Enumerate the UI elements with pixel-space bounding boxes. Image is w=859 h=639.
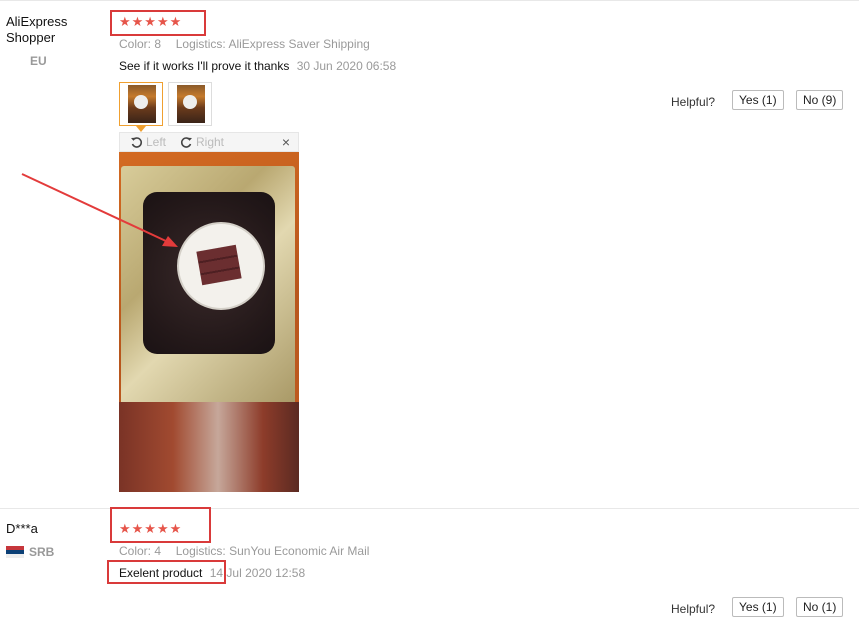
close-icon[interactable]: × bbox=[282, 134, 290, 150]
helpful-no-button[interactable]: No (1) bbox=[796, 597, 844, 617]
reviewer-country: SRB bbox=[29, 545, 55, 559]
helpful-no-button[interactable]: No (9) bbox=[796, 90, 844, 110]
reviewer-name: D***a bbox=[6, 521, 38, 536]
annotation-box-review-text bbox=[107, 560, 226, 584]
color-value: 4 bbox=[154, 544, 162, 558]
color-label: Color: bbox=[119, 544, 152, 558]
helpful-label: Helpful? bbox=[671, 95, 716, 109]
flag-serbia-icon bbox=[6, 546, 24, 558]
annotation-arrow bbox=[21, 173, 178, 247]
helpful-yes-button[interactable]: Yes (1) bbox=[732, 90, 784, 110]
helpful-label: Helpful? bbox=[671, 602, 716, 616]
rotate-right-label: Right bbox=[196, 135, 225, 149]
annotation-box-stars bbox=[110, 507, 211, 543]
review-meta: Color: 4 Logistics: SunYou Economic Air … bbox=[119, 544, 369, 558]
review-date: 30 Jun 2020 06:58 bbox=[296, 59, 397, 73]
logistics-value: AliExpress Saver Shipping bbox=[228, 37, 370, 51]
helpful-yes-button[interactable]: Yes (1) bbox=[732, 597, 784, 617]
logistics-value: SunYou Economic Air Mail bbox=[229, 544, 370, 558]
logistics-label: Logistics: bbox=[175, 544, 226, 558]
